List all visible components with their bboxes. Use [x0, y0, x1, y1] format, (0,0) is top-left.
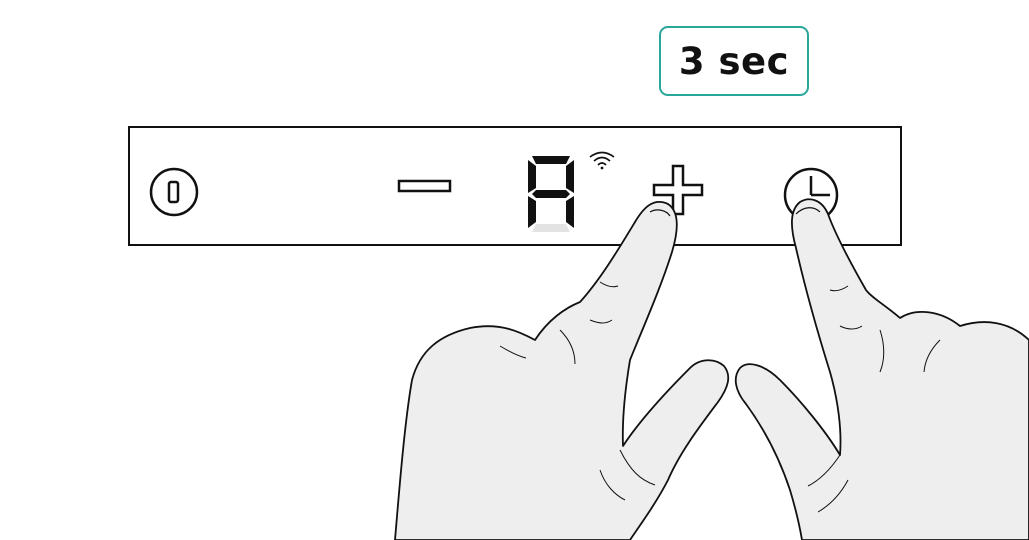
- wifi-icon: [589, 151, 615, 170]
- segment-digit-a: [528, 156, 574, 232]
- duration-badge: 3 sec: [659, 26, 809, 96]
- power-button[interactable]: [148, 166, 200, 218]
- minus-icon: [397, 179, 452, 193]
- hands-illustration: [394, 198, 1029, 540]
- timer-icon: [783, 167, 839, 223]
- segment-display: [524, 152, 580, 236]
- timer-button[interactable]: [780, 164, 842, 226]
- minus-button[interactable]: [396, 176, 454, 196]
- plus-button[interactable]: [650, 162, 706, 218]
- right-hand: [734, 198, 1029, 540]
- power-icon: [149, 167, 199, 217]
- left-hand: [394, 200, 730, 540]
- control-panel: [128, 126, 902, 246]
- wifi-indicator: [588, 150, 616, 170]
- plus-icon: [652, 164, 704, 216]
- duration-label: 3 sec: [678, 39, 790, 83]
